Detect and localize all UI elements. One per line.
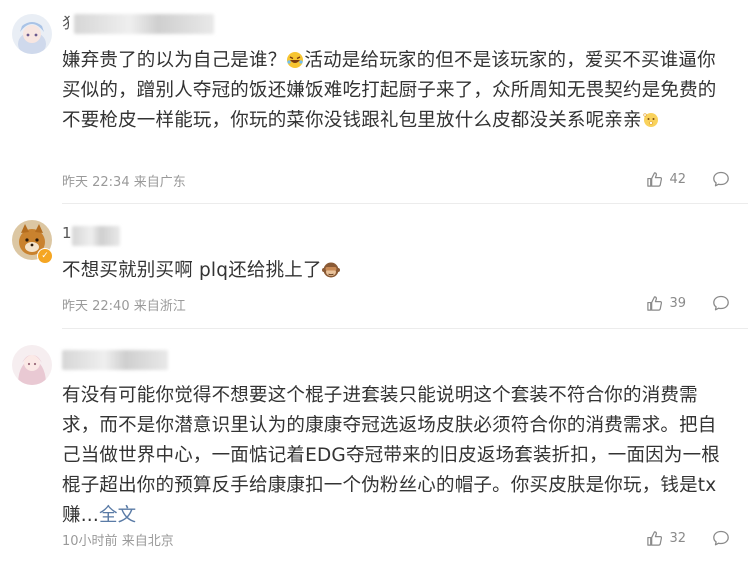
timestamp: 昨天 22:34 (62, 175, 130, 190)
comment-item: ✓ 1 不想买就别买啊 plq还给挑上了 昨天 22:40 来自浙江 39 (0, 204, 748, 329)
comment-item: 犭 嫌弃贵了的以为自己是谁？ 活动是给玩家的但不是该玩家的，爱买不买谁逼你买似的，… (0, 0, 748, 204)
comment-item: 有没有可能你觉得不想要这个棍子进套装只能说明这个套装不符合你的消费需求，而不是你… (0, 329, 748, 567)
verified-badge: ✓ (37, 248, 53, 264)
comment-meta: 昨天 22:34 来自广东 (62, 171, 186, 190)
comment-text: 有没有可能你觉得不想要这个棍子进套装只能说明这个套装不符合你的消费需求，而不是你… (62, 385, 720, 526)
thumbs-up-icon (647, 171, 663, 187)
like-count: 32 (669, 530, 686, 546)
comment-bubble-icon (713, 295, 729, 311)
avatar[interactable] (12, 345, 52, 385)
reply-button[interactable] (712, 294, 730, 312)
comment-meta: 昨天 22:40 来自浙江 (62, 295, 186, 314)
timestamp: 10小时前 (62, 534, 118, 549)
location: 来自北京 (121, 534, 174, 549)
thumbs-up-icon (647, 295, 663, 311)
username[interactable]: 1 (62, 224, 72, 242)
bubble-face-emoji (643, 113, 658, 127)
username-redacted (62, 350, 168, 370)
timestamp: 昨天 22:40 (62, 299, 130, 314)
see-no-evil-monkey-emoji (321, 262, 340, 278)
like-count: 39 (669, 295, 686, 311)
like-button[interactable]: 39 (646, 295, 686, 312)
like-button[interactable]: 32 (646, 530, 686, 547)
expand-full-text-link[interactable]: 全文 (99, 505, 136, 526)
comment-bubble-icon (713, 530, 729, 546)
comment-actions: 42 (646, 170, 730, 188)
comment-meta: 10小时前 来自北京 (62, 530, 174, 549)
avatar[interactable] (12, 14, 52, 54)
like-count: 42 (669, 171, 686, 187)
thumbs-up-icon (647, 530, 663, 546)
location: 来自广东 (133, 175, 186, 190)
comment-text: 不想买就别买啊 plq还给挑上了 (62, 256, 734, 286)
like-button[interactable]: 42 (646, 171, 686, 188)
location: 来自浙江 (133, 299, 186, 314)
username-redacted (74, 14, 214, 34)
reply-button[interactable] (712, 170, 730, 188)
reply-button[interactable] (712, 529, 730, 547)
comment-actions: 32 (646, 529, 730, 547)
comment-bubble-icon (713, 171, 729, 187)
username-redacted (72, 226, 120, 246)
comment-actions: 39 (646, 294, 730, 312)
comment-text: 嫌弃贵了的以为自己是谁？ 活动是给玩家的但不是该玩家的，爱买不买谁逼你买似的，蹭别… (62, 50, 717, 131)
laughing-crying-emoji (287, 52, 304, 68)
